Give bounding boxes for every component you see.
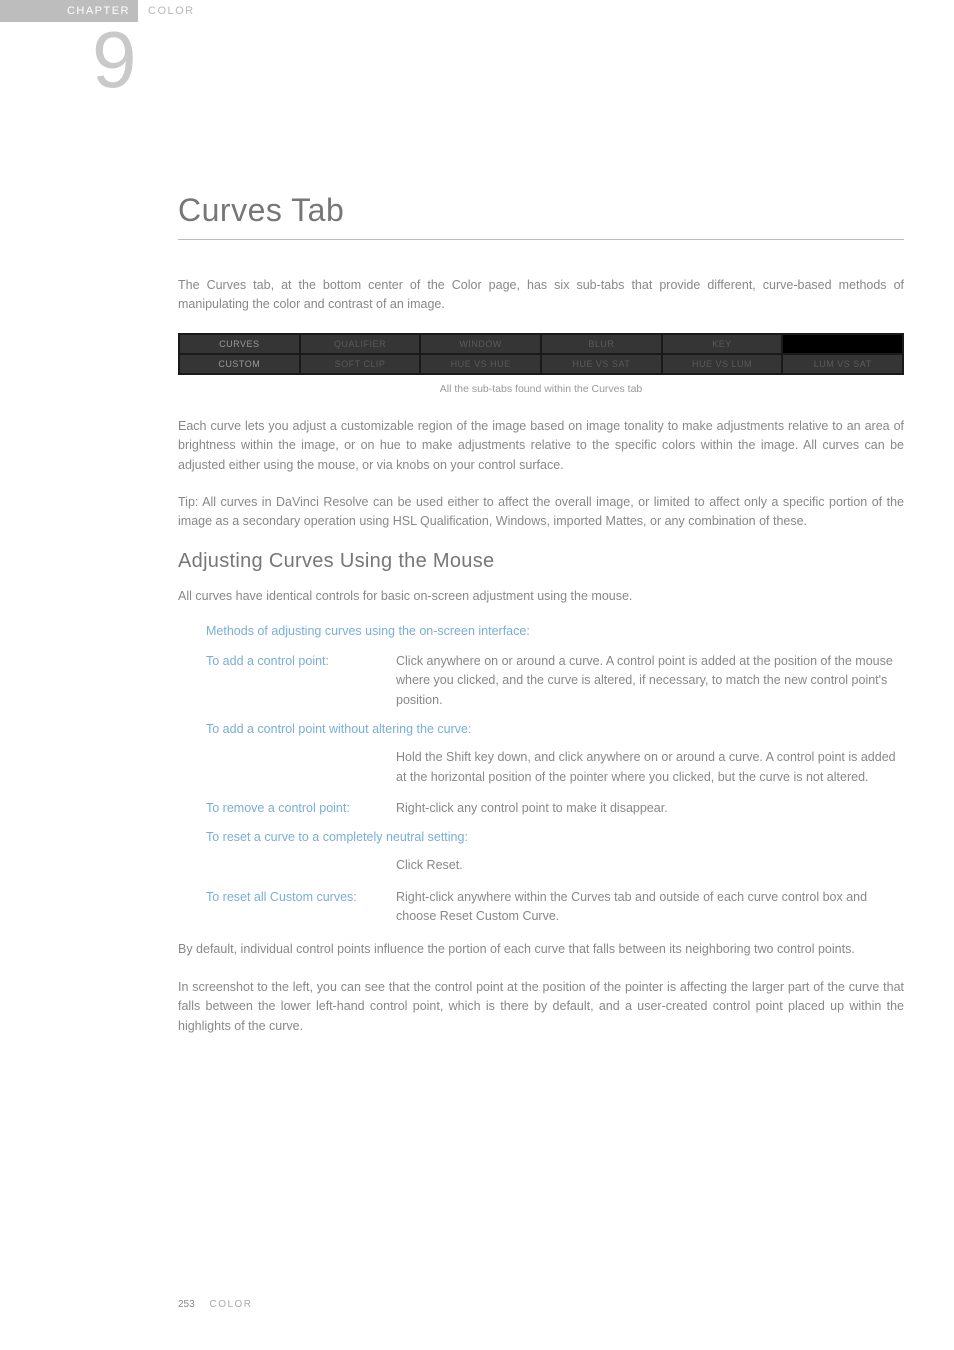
tabs-row-1: CURVES QUALIFIER WINDOW BLUR KEY bbox=[180, 335, 902, 353]
method-term: To add a control point: bbox=[206, 652, 396, 710]
section-heading: Adjusting Curves Using the Mouse bbox=[178, 550, 904, 573]
methods-block: Methods of adjusting curves using the on… bbox=[206, 624, 904, 926]
tab-softclip: SOFT CLIP bbox=[301, 355, 420, 373]
tab-curves: CURVES bbox=[180, 335, 299, 353]
method-row: To reset all Custom curves: Right-click … bbox=[206, 888, 904, 927]
body-paragraph: By default, individual control points in… bbox=[178, 940, 904, 959]
tab-blur: BLUR bbox=[542, 335, 661, 353]
intro-paragraph: The Curves tab, at the bottom center of … bbox=[178, 276, 904, 315]
tabs-row-2: CUSTOM SOFT CLIP HUE VS HUE HUE VS SAT H… bbox=[180, 355, 902, 373]
page-title: Curves Tab bbox=[178, 192, 904, 240]
method-row: Hold the Shift key down, and click anywh… bbox=[206, 748, 904, 787]
method-term: To reset all Custom curves: bbox=[206, 888, 396, 927]
footer-section: COLOR bbox=[209, 1299, 252, 1310]
method-desc: Hold the Shift key down, and click anywh… bbox=[396, 748, 904, 787]
body-paragraph: All curves have identical controls for b… bbox=[178, 587, 904, 606]
method-full-term: To reset a curve to a completely neutral… bbox=[206, 830, 904, 844]
method-row: To remove a control point: Right-click a… bbox=[206, 799, 904, 818]
tab-window: WINDOW bbox=[421, 335, 540, 353]
tab-huevshue: HUE VS HUE bbox=[421, 355, 540, 373]
page-header: CHAPTER COLOR bbox=[0, 0, 954, 22]
method-term-spacer bbox=[206, 748, 396, 787]
tabs-figure: CURVES QUALIFIER WINDOW BLUR KEY CUSTOM … bbox=[178, 333, 904, 375]
method-desc: Right-click any control point to make it… bbox=[396, 799, 904, 818]
figure-caption: All the sub-tabs found within the Curves… bbox=[178, 383, 904, 395]
tab-huevslum: HUE VS LUM bbox=[663, 355, 782, 373]
method-desc: Click anywhere on or around a curve. A c… bbox=[396, 652, 904, 710]
tab-huevssat: HUE VS SAT bbox=[542, 355, 661, 373]
method-desc: Right-click anywhere within the Curves t… bbox=[396, 888, 904, 927]
tab-key: KEY bbox=[663, 335, 782, 353]
method-term: To remove a control point: bbox=[206, 799, 396, 818]
body-paragraph: Each curve lets you adjust a customizabl… bbox=[178, 417, 904, 475]
page-number: 253 bbox=[178, 1299, 195, 1310]
tab-qualifier: QUALIFIER bbox=[301, 335, 420, 353]
tab-custom: CUSTOM bbox=[180, 355, 299, 373]
method-term-spacer bbox=[206, 856, 396, 875]
page-footer: 253 COLOR bbox=[178, 1299, 253, 1310]
tab-lumvssat: LUM VS SAT bbox=[783, 355, 902, 373]
body-paragraph: In screenshot to the left, you can see t… bbox=[178, 978, 904, 1036]
tip-paragraph: Tip: All curves in DaVinci Resolve can b… bbox=[178, 493, 904, 532]
method-row: Click Reset. bbox=[206, 856, 904, 875]
method-row: To add a control point: Click anywhere o… bbox=[206, 652, 904, 710]
chapter-number: 9 bbox=[92, 14, 137, 106]
tab-empty bbox=[783, 335, 902, 353]
page-content: Curves Tab The Curves tab, at the bottom… bbox=[178, 22, 904, 1036]
method-desc: Click Reset. bbox=[396, 856, 904, 875]
section-label: COLOR bbox=[148, 0, 195, 22]
method-full-term: To add a control point without altering … bbox=[206, 722, 904, 736]
methods-title: Methods of adjusting curves using the on… bbox=[206, 624, 904, 638]
